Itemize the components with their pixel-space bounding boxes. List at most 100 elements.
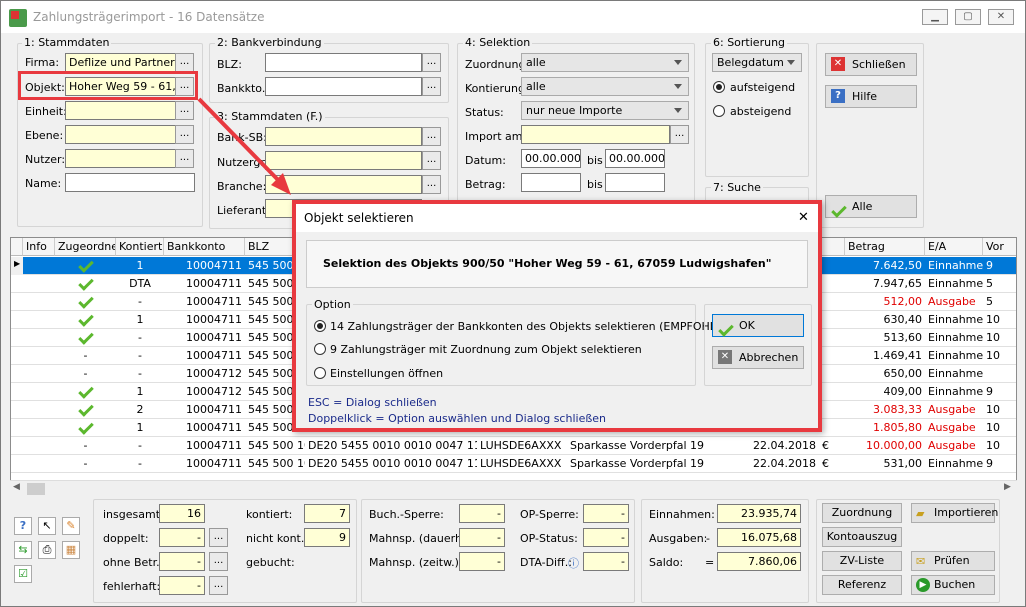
cell-marker: ▶ bbox=[11, 257, 23, 275]
close-x-icon: ✕ bbox=[831, 57, 845, 71]
option-2-radio[interactable] bbox=[314, 343, 326, 355]
scroll-right-icon[interactable]: ▶ bbox=[1004, 482, 1011, 492]
sort-asc-radio[interactable] bbox=[713, 81, 725, 93]
option-3-radio[interactable] bbox=[314, 367, 326, 379]
cell-marker bbox=[11, 311, 23, 329]
ebene-field[interactable] bbox=[65, 125, 176, 144]
grid-horizontal-scrollbar[interactable]: ◀ ▶ bbox=[10, 480, 1017, 497]
cell-vor: 9 bbox=[986, 457, 993, 470]
referenz-button[interactable]: Referenz bbox=[822, 575, 902, 595]
fehlerhaft-browse-button[interactable]: ... bbox=[209, 576, 228, 595]
kontoauszug-button[interactable]: Kontoauszug bbox=[822, 527, 902, 547]
cell-vor bbox=[983, 365, 1016, 383]
cell-betrag: 630,40 bbox=[883, 313, 923, 326]
cell-cur bbox=[819, 419, 845, 437]
abbrechen-label: Abbrechen bbox=[739, 351, 799, 364]
kontierung-select[interactable]: alle bbox=[521, 77, 689, 96]
table-row[interactable]: - - 10004711 545 500 10 DE20 5455 0010 0010 … bbox=[11, 455, 1016, 473]
import-am-browse-button[interactable]: ... bbox=[670, 125, 689, 144]
doppelt-browse-button[interactable]: ... bbox=[209, 528, 228, 547]
zv-liste-button[interactable]: ZV-Liste bbox=[822, 551, 902, 571]
firma-browse-button[interactable]: ... bbox=[175, 53, 194, 72]
mahnsp-dauerh-label: Mahnsp. (dauerh.): bbox=[369, 532, 474, 545]
option-1-label[interactable]: 14 Zahlungsträger der Bankkonten des Obj… bbox=[330, 320, 735, 333]
dialog-close-icon[interactable]: ✕ bbox=[798, 210, 809, 225]
cell-betrag: 1.805,80 bbox=[873, 421, 922, 434]
branche-browse-button[interactable]: ... bbox=[422, 175, 441, 194]
blz-field[interactable] bbox=[265, 53, 422, 72]
cell-info bbox=[23, 437, 55, 455]
check-icon bbox=[77, 383, 94, 399]
cell-betrag: 513,60 bbox=[883, 331, 923, 344]
print-icon[interactable]: ⎙ bbox=[38, 541, 56, 559]
ok-label: OK bbox=[739, 319, 755, 332]
import-am-field[interactable] bbox=[521, 125, 670, 144]
alle-button[interactable]: Alle bbox=[825, 195, 917, 218]
cell-cur bbox=[819, 311, 845, 329]
status-select[interactable]: nur neue Importe bbox=[521, 101, 689, 120]
abbrechen-button[interactable]: ✕ Abbrechen bbox=[712, 346, 804, 369]
mahnsp-dauerh-value: - bbox=[459, 528, 505, 547]
cell-iban: DE20 5455 0010 0010 0047 11 bbox=[308, 457, 477, 470]
hilfe-button[interactable]: ? Hilfe bbox=[825, 85, 917, 108]
zuordnung-button[interactable]: Zuordnung bbox=[822, 503, 902, 523]
col-info-header[interactable]: Info bbox=[23, 238, 55, 256]
pruefen-button[interactable]: ✉ Prüfen bbox=[911, 551, 995, 571]
betrag-to-field[interactable] bbox=[605, 173, 665, 192]
pencil-icon[interactable]: ✎ bbox=[62, 517, 80, 535]
sortierung-title: 6: Sortierung bbox=[711, 36, 788, 49]
ohne-betrag-browse-button[interactable]: ... bbox=[209, 552, 228, 571]
import-am-label: Import am: bbox=[465, 130, 527, 143]
datum-to-field[interactable]: 00.00.0000 bbox=[605, 149, 665, 168]
nutzer-field[interactable] bbox=[65, 149, 176, 168]
buchen-button[interactable]: ▶ Buchen bbox=[911, 575, 995, 595]
scroll-left-icon[interactable]: ◀ bbox=[13, 482, 20, 492]
option-2-label[interactable]: 9 Zahlungsträger mit Zuordnung zum Objek… bbox=[330, 343, 642, 356]
firma-label: Firma: bbox=[25, 56, 60, 69]
cell-ea: Einnahme bbox=[928, 313, 983, 326]
swap-icon[interactable]: ⇆ bbox=[14, 541, 32, 559]
importieren-button[interactable]: ▰ Importieren bbox=[911, 503, 998, 523]
col-kontiert-header[interactable]: Kontiert bbox=[116, 238, 164, 256]
maximize-button[interactable]: ▢ bbox=[955, 9, 981, 25]
name-field[interactable] bbox=[65, 173, 195, 192]
sort-desc-radio[interactable] bbox=[713, 105, 725, 117]
check-icon bbox=[77, 257, 94, 273]
col-ea-header[interactable]: E/A bbox=[925, 238, 983, 256]
info-icon[interactable]: ⓘ bbox=[568, 555, 579, 571]
col-betrag-header[interactable]: Betrag bbox=[845, 238, 925, 256]
ok-button[interactable]: OK bbox=[712, 314, 804, 337]
scroll-thumb[interactable] bbox=[27, 483, 45, 495]
zuordnung-select[interactable]: alle bbox=[521, 53, 689, 72]
datum-from-field[interactable]: 00.00.0000 bbox=[521, 149, 581, 168]
minimize-button[interactable]: ▁ bbox=[922, 9, 948, 25]
betrag-from-field[interactable] bbox=[521, 173, 581, 192]
col-zugeordnet-header[interactable]: Zugeordnet bbox=[55, 238, 116, 256]
einheit-field[interactable] bbox=[65, 101, 176, 120]
cell-bic: LUHSDE6AXXX bbox=[480, 457, 562, 470]
cell-ea: Ausgabe bbox=[928, 439, 976, 452]
cell-marker bbox=[11, 329, 23, 347]
ebene-label: Ebene: bbox=[25, 129, 64, 142]
pointer-icon[interactable]: ↖ bbox=[38, 517, 56, 535]
checkbox-icon[interactable]: ☑ bbox=[14, 565, 32, 583]
table-row[interactable]: - - 10004711 545 500 10 DE20 5455 0010 0010 … bbox=[11, 437, 1016, 455]
cell-info bbox=[23, 455, 55, 473]
blz-browse-button[interactable]: ... bbox=[422, 53, 441, 72]
firma-field[interactable]: Deflize und Partner Gi bbox=[65, 53, 176, 72]
bankkonto-browse-button[interactable]: ... bbox=[422, 77, 441, 96]
nutzergruppe-browse-button[interactable]: ... bbox=[422, 151, 441, 170]
cell-marker bbox=[11, 383, 23, 401]
col-vor-header[interactable]: Vor bbox=[983, 238, 1016, 256]
close-window-button[interactable]: ✕ bbox=[988, 9, 1014, 25]
cell-cur bbox=[819, 293, 845, 311]
option-1-radio[interactable] bbox=[314, 320, 326, 332]
col-bankkonto-header[interactable]: Bankkonto bbox=[164, 238, 245, 256]
sort-field-select[interactable]: Belegdatum bbox=[712, 53, 802, 72]
help-small-icon[interactable]: ? bbox=[14, 517, 32, 535]
option-3-label[interactable]: Einstellungen öffnen bbox=[330, 367, 443, 380]
bank-sb-browse-button[interactable]: ... bbox=[422, 127, 441, 146]
schliessen-button[interactable]: ✕ Schließen bbox=[825, 53, 917, 76]
grid-settings-icon[interactable]: ▦ bbox=[62, 541, 80, 559]
mahnsp-zeitw-label: Mahnsp. (zeitw.): bbox=[369, 556, 463, 569]
